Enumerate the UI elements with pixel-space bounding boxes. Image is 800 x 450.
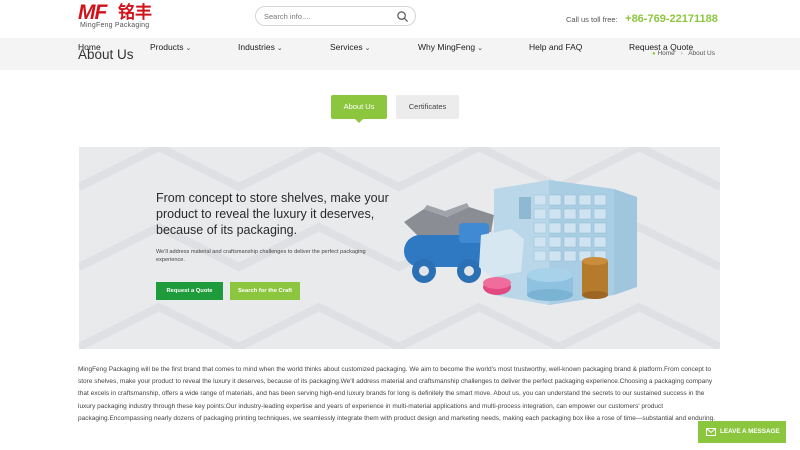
nav-label: Services	[330, 42, 363, 52]
chevron-down-icon: ⌄	[364, 45, 371, 52]
small-blue-box	[479, 229, 524, 277]
page-title: About Us	[78, 47, 134, 62]
top-header: MF 铭丰 MingFeng Packaging Call us toll fr…	[0, 0, 800, 34]
search-box	[255, 6, 416, 26]
page: MF 铭丰 MingFeng Packaging Call us toll fr…	[0, 0, 800, 450]
nav-item-industries[interactable]: Industries ⌄	[238, 42, 283, 52]
nav-item-products[interactable]: Products ⌄	[150, 42, 191, 52]
tab-about-us[interactable]: About Us	[331, 95, 387, 123]
nav-item-services[interactable]: Services ⌄	[330, 42, 370, 52]
breadcrumb-current: About Us	[688, 50, 715, 57]
pink-heart-tin	[483, 277, 511, 295]
logo-cjk-text: 铭丰	[118, 3, 152, 22]
about-body-text: MingFeng Packaging will be the first bra…	[78, 366, 716, 422]
search-craft-button[interactable]: Search for the Craft	[230, 282, 300, 300]
leave-message-label: LEAVE A MESSAGE	[720, 428, 780, 435]
search-input[interactable]	[264, 9, 394, 24]
hero-subtitle: We'll address material and craftsmanship…	[156, 249, 366, 263]
nav-banner-strip: Home Products ⌄ Industries ⌄ Services ⌄ Why…	[0, 38, 800, 70]
request-quote-button[interactable]: Request a Quote	[156, 282, 223, 300]
envelope-icon	[706, 428, 716, 436]
site-logo[interactable]: MF 铭丰 MingFeng Packaging	[78, 1, 168, 31]
nav-item-why-mingfeng[interactable]: Why MingFeng ⌄	[418, 42, 483, 52]
round-blue-tin	[527, 268, 573, 301]
breadcrumb-home[interactable]: Home	[657, 50, 674, 57]
chevron-down-icon: ⌄	[477, 45, 484, 52]
toll-free-number[interactable]: +86-769-22171188	[625, 13, 718, 25]
golden-patterned-tin	[582, 257, 608, 299]
breadcrumb-separator: ›	[680, 50, 683, 57]
nav-label: Why MingFeng	[418, 42, 476, 52]
chevron-down-icon: ⌄	[185, 45, 192, 52]
nav-label: Industries	[238, 42, 275, 52]
hero-title: From concept to store shelves, make your…	[156, 191, 389, 237]
toll-free-label: Call us toll free:	[566, 15, 618, 24]
logo-subtitle: MingFeng Packaging	[80, 22, 150, 29]
toll-free-contact: Call us toll free: +86-769-22171188	[566, 9, 718, 27]
search-icon[interactable]	[396, 10, 409, 23]
nav-label: Help and FAQ	[529, 42, 583, 52]
nav-item-help-faq[interactable]: Help and FAQ	[529, 42, 582, 52]
nav-label: Products	[150, 42, 184, 52]
logo-mark: MF	[78, 1, 107, 24]
breadcrumb: ● Home › About Us	[652, 50, 715, 57]
packaging-product-image	[404, 180, 637, 305]
tab-certificates[interactable]: Certificates	[396, 95, 459, 119]
chevron-down-icon: ⌄	[276, 45, 283, 52]
hero-banner: From concept to store shelves, make your…	[79, 147, 720, 349]
home-icon: ●	[652, 51, 656, 57]
leave-message-button[interactable]: LEAVE A MESSAGE	[698, 421, 786, 443]
